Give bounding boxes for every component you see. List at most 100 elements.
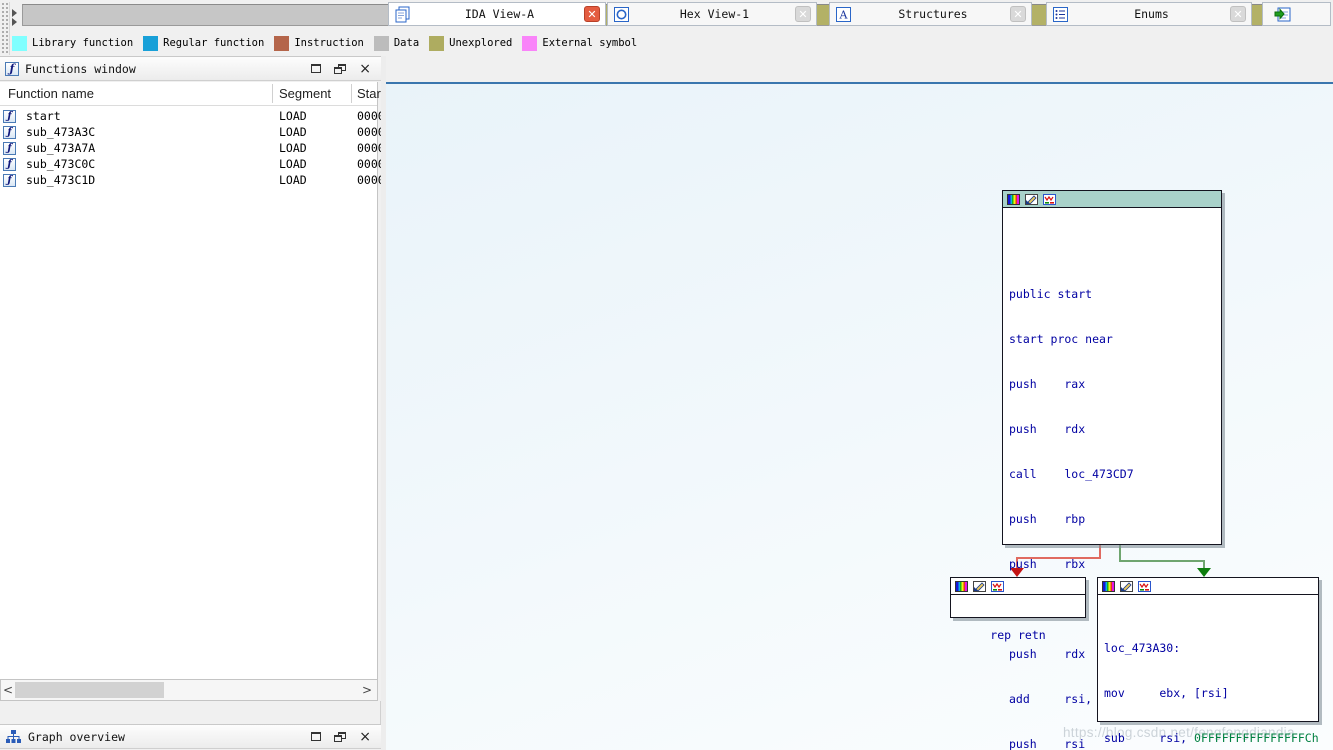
function-icon: ƒ	[3, 110, 16, 123]
tab-structures[interactable]: A Structures ✕	[829, 2, 1032, 26]
color-legend: Library function Regular function Instru…	[12, 33, 647, 53]
tab-label: Hex View-1	[634, 7, 795, 21]
function-segment: LOAD	[279, 109, 307, 123]
maximize-button[interactable]	[311, 64, 321, 73]
external-symbol-swatch	[522, 36, 537, 51]
ida-graph-view[interactable]: https://blog.csdn.net/fengfengdiandia	[386, 84, 1333, 750]
asm-line[interactable]: push rax	[1003, 377, 1221, 392]
function-row[interactable]: ƒ sub_473A3C LOAD 0000	[0, 124, 377, 140]
tab-hex-view-1[interactable]: Hex View-1 ✕	[607, 2, 817, 26]
legend-label: Unexplored	[449, 37, 512, 49]
asm-line[interactable]: rep retn	[951, 628, 1085, 643]
node-edit-icon[interactable]	[1120, 581, 1133, 592]
asm-line[interactable]: push rdx	[1003, 422, 1221, 437]
toolbar-dock-grip[interactable]	[1, 2, 10, 55]
disassembly-code[interactable]: loc_473A30: mov ebx, [rsi] sub rsi, 0FFF…	[1098, 595, 1318, 750]
node-edit-icon[interactable]	[1025, 194, 1038, 205]
column-divider[interactable]	[272, 84, 273, 103]
function-name: sub_473A3C	[26, 125, 95, 139]
navband-arrow-icon	[12, 18, 17, 26]
node-titlebar[interactable]	[1098, 578, 1318, 595]
node-color-palette-icon[interactable]	[1102, 581, 1115, 592]
basic-block-loc-473a30[interactable]: loc_473A30: mov ebx, [rsi] sub rsi, 0FFF…	[1097, 577, 1319, 722]
function-icon: ƒ	[3, 174, 16, 187]
disassembly-code[interactable]: rep retn	[951, 595, 1085, 673]
node-graph-toggle-icon[interactable]	[991, 581, 1004, 592]
scrollbar-thumb[interactable]	[15, 682, 164, 698]
asm-line[interactable]: call loc_473CD7	[1003, 467, 1221, 482]
function-name: sub_473C1D	[26, 173, 95, 187]
function-row[interactable]: ƒ sub_473C0C LOAD 0000	[0, 156, 377, 172]
exports-icon	[1274, 6, 1291, 23]
column-segment[interactable]: Segment	[279, 86, 331, 101]
hex-constant: 0FFFFFFFFFFFFFFFCh	[1194, 731, 1319, 745]
graph-overview-titlebar[interactable]: Graph overview ×	[0, 724, 381, 749]
scroll-left-arrow[interactable]: <	[1, 683, 15, 697]
function-icon: ƒ	[3, 158, 16, 171]
legend-label: External symbol	[542, 37, 637, 49]
node-color-palette-icon[interactable]	[955, 581, 968, 592]
close-button[interactable]: ×	[359, 64, 371, 74]
float-button[interactable]	[334, 732, 346, 742]
tab-exports[interactable]	[1262, 2, 1331, 26]
legend-item: Data	[374, 36, 419, 51]
panel-gap	[0, 701, 381, 724]
ida-pro-window: Library function Regular function Instru…	[0, 0, 1333, 750]
tab-close-button[interactable]: ✕	[584, 6, 600, 22]
instruction-swatch	[274, 36, 289, 51]
function-row[interactable]: ƒ sub_473C1D LOAD 0000	[0, 172, 377, 188]
legend-label: Data	[394, 37, 419, 49]
navband-arrow-icon	[12, 9, 17, 17]
node-graph-toggle-icon[interactable]	[1043, 194, 1056, 205]
unexplored-swatch	[429, 36, 444, 51]
view-tabbar	[386, 56, 1333, 82]
functions-list-header[interactable]: Function name Segment Star	[0, 82, 377, 106]
function-segment: LOAD	[279, 173, 307, 187]
node-color-palette-icon[interactable]	[1007, 194, 1020, 205]
function-row[interactable]: ƒ sub_473A7A LOAD 0000	[0, 140, 377, 156]
asm-line[interactable]: sub rsi, 0FFFFFFFFFFFFFFFCh	[1098, 731, 1318, 746]
tab-close-button[interactable]: ✕	[1010, 6, 1026, 22]
asm-line[interactable]: start proc near	[1003, 332, 1221, 347]
legend-item: Instruction	[274, 36, 364, 51]
function-row[interactable]: ƒ start LOAD 0000	[0, 108, 377, 124]
asm-line[interactable]: push rbp	[1003, 512, 1221, 527]
functions-list: Function name Segment Star ƒ start LOAD …	[0, 82, 378, 679]
tab-label: Structures	[856, 7, 1010, 21]
asm-line[interactable]: mov ebx, [rsi]	[1098, 686, 1318, 701]
structures-icon: A	[835, 6, 852, 23]
float-button[interactable]	[334, 64, 346, 74]
basic-block-rep-retn[interactable]: rep retn	[950, 577, 1086, 618]
column-divider[interactable]	[351, 84, 352, 103]
node-titlebar[interactable]	[1003, 191, 1221, 208]
navband-zoom-arrows[interactable]	[12, 8, 20, 26]
asm-line[interactable]: loc_473A30:	[1098, 641, 1318, 656]
regular-function-swatch	[143, 36, 158, 51]
node-graph-toggle-icon[interactable]	[1138, 581, 1151, 592]
close-button[interactable]: ×	[359, 732, 371, 742]
maximize-button[interactable]	[311, 732, 321, 741]
legend-label: Library function	[32, 37, 133, 49]
function-icon: ƒ	[3, 142, 16, 155]
horizontal-scrollbar[interactable]: < >	[0, 679, 378, 701]
svg-text:A: A	[839, 8, 849, 21]
asm-line[interactable]: public start	[1003, 287, 1221, 302]
graph-overview-title: Graph overview	[28, 730, 125, 744]
tab-enums[interactable]: Enums ✕	[1046, 2, 1252, 26]
asm-line[interactable]: push rbx	[1003, 557, 1221, 572]
basic-block-start[interactable]: public start start proc near push rax pu…	[1002, 190, 1222, 545]
column-function-name[interactable]: Function name	[8, 86, 94, 101]
tab-close-button[interactable]: ✕	[795, 6, 811, 22]
library-function-swatch	[12, 36, 27, 51]
tab-close-button[interactable]: ✕	[1230, 6, 1246, 22]
node-edit-icon[interactable]	[973, 581, 986, 592]
functions-window-titlebar[interactable]: ƒ Functions window ×	[0, 56, 381, 81]
tab-label: IDA View-A	[415, 7, 584, 21]
scroll-right-arrow[interactable]: >	[360, 683, 374, 697]
functions-window-icon: ƒ	[5, 62, 19, 76]
node-titlebar[interactable]	[951, 578, 1085, 595]
function-icon: ƒ	[3, 126, 16, 139]
tab-ida-view-a[interactable]: IDA View-A ✕	[388, 2, 606, 26]
column-start[interactable]: Star	[357, 86, 381, 101]
graph-overview-icon	[6, 730, 21, 744]
